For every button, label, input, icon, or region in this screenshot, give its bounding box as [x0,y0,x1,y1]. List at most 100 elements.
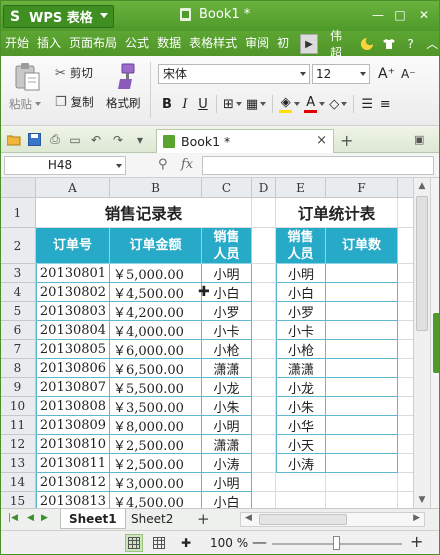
merge-button[interactable]: ▦ [244,93,268,115]
order-amount-cell[interactable]: ￥3,000.00 [110,473,202,492]
save-icon[interactable] [26,131,42,148]
menu-scroll-button[interactable]: ▶ [300,34,318,54]
row-header-4[interactable]: 4 [0,283,36,302]
orders-header-cell[interactable]: 销售人员 [276,228,326,264]
bold-button[interactable]: B [158,93,176,115]
orders-salesperson-cell[interactable]: 小枪 [276,340,326,359]
salesperson-cell[interactable]: 小明 [202,264,252,283]
salesperson-cell[interactable]: 潇潇 [202,435,252,454]
page-break-view-button[interactable] [150,534,168,552]
orders-salesperson-cell[interactable]: 小涛 [276,454,326,473]
order-count-cell[interactable] [326,435,398,454]
copy-button[interactable]: ❐ 复制 [55,94,94,110]
increase-font-button[interactable]: A⁺ [378,66,395,82]
print-icon[interactable]: ⎙ [47,131,63,148]
shirt-icon[interactable] [381,36,397,52]
horizontal-scrollbar[interactable]: ◀ ▶ [240,512,425,527]
paste-icon[interactable] [12,62,44,92]
row-header-5[interactable]: 5 [0,302,36,321]
sales-header-cell[interactable]: 销售人员 [202,228,252,264]
sheet-tab-sheet2[interactable]: Sheet2 [123,509,181,529]
row-header-1[interactable]: 1 [0,198,36,228]
grid-cell[interactable] [252,454,276,473]
menu-home[interactable]: 开始 [0,31,33,56]
zoom-formula-icon[interactable]: ⚲ [158,157,168,172]
grid-cell[interactable] [252,492,276,508]
row-header-12[interactable]: 12 [0,435,36,454]
order-count-cell[interactable] [326,321,398,340]
orders-salesperson-cell[interactable]: 小朱 [276,397,326,416]
order-id-cell[interactable]: 20130811 [36,454,110,473]
order-id-cell[interactable]: 20130802 [36,283,110,302]
row-header-8[interactable]: 8 [0,359,36,378]
column-header-d[interactable]: D [252,178,276,198]
menu-data[interactable]: 数据 [153,31,185,56]
grid-cell[interactable] [252,283,276,302]
column-header-c[interactable]: C [202,178,252,198]
grid-cell[interactable] [276,492,326,508]
row-header-14[interactable]: 14 [0,473,36,492]
grid-cell[interactable] [252,198,276,228]
borders-button[interactable]: ⊞ [221,93,244,115]
salesperson-cell[interactable]: 小卡 [202,321,252,340]
order-id-cell[interactable]: 20130808 [36,397,110,416]
grid-cell[interactable] [252,416,276,435]
sales-table-title[interactable]: 销售记录表 [36,198,252,228]
horizontal-scroll-thumb[interactable] [259,514,347,525]
orders-salesperson-cell[interactable]: 小明 [276,264,326,283]
normal-view-button[interactable] [125,534,143,552]
insert-function-button[interactable]: fx [181,157,193,172]
format-painter-button[interactable]: 格式刷 [106,95,141,111]
grid-cell[interactable] [252,359,276,378]
menu-page-layout[interactable]: 页面布局 [65,31,121,56]
sales-header-cell[interactable]: 订单金额 [110,228,202,264]
row-header-3[interactable]: 3 [0,264,36,283]
order-count-cell[interactable] [326,340,398,359]
close-tab-icon[interactable]: × [316,133,327,148]
menu-insert[interactable]: 插入 [33,31,65,56]
salesperson-cell[interactable]: 小龙 [202,378,252,397]
salesperson-cell[interactable]: 小朱 [202,397,252,416]
order-amount-cell[interactable]: ￥2,500.00 [110,454,202,473]
orders-salesperson-cell[interactable]: 小华 [276,416,326,435]
column-header-e[interactable]: E [276,178,326,198]
order-amount-cell[interactable]: ￥4,200.00 [110,302,202,321]
row-header-15[interactable]: 15 [0,492,36,508]
formula-input[interactable] [202,156,434,175]
grid-cell[interactable] [252,302,276,321]
row-header-10[interactable]: 10 [0,397,36,416]
name-box[interactable]: H48 [4,156,126,175]
font-color-button[interactable]: A [302,93,327,115]
salesperson-cell[interactable]: 小罗 [202,302,252,321]
column-header-b[interactable]: B [110,178,202,198]
order-amount-cell[interactable]: ￥6,500.00 [110,359,202,378]
grid-cell[interactable] [326,473,398,492]
reading-view-button[interactable]: ✚ [177,534,195,552]
next-sheet-icon[interactable]: ▶ [41,513,48,523]
order-id-cell[interactable]: 20130813 [36,492,110,508]
grid-cell[interactable] [252,473,276,492]
order-count-cell[interactable] [326,397,398,416]
order-amount-cell[interactable]: ￥2,500.00 [110,435,202,454]
column-header-a[interactable]: A [36,178,110,198]
format-painter-icon[interactable] [110,62,140,92]
add-sheet-button[interactable]: + [197,510,210,528]
order-id-cell[interactable]: 20130804 [36,321,110,340]
orders-salesperson-cell[interactable]: 小天 [276,435,326,454]
close-button[interactable]: ✕ [412,5,436,25]
menu-formulas[interactable]: 公式 [121,31,153,56]
order-id-cell[interactable]: 20130812 [36,473,110,492]
task-pane-handle[interactable] [433,313,440,373]
salesperson-cell[interactable]: 小明 [202,416,252,435]
help-icon[interactable]: ? [403,36,419,52]
salesperson-cell[interactable]: 小白 [202,492,252,508]
order-id-cell[interactable]: 20130807 [36,378,110,397]
maximize-button[interactable]: □ [390,5,410,25]
cut-button[interactable]: ✂ 剪切 [55,65,93,81]
underline-button[interactable]: U [194,93,212,115]
minimize-button[interactable]: — [368,5,388,25]
orders-salesperson-cell[interactable]: 潇潇 [276,359,326,378]
row-header-11[interactable]: 11 [0,416,36,435]
orders-salesperson-cell[interactable]: 小卡 [276,321,326,340]
orders-header-cell[interactable]: 订单数 [326,228,398,264]
